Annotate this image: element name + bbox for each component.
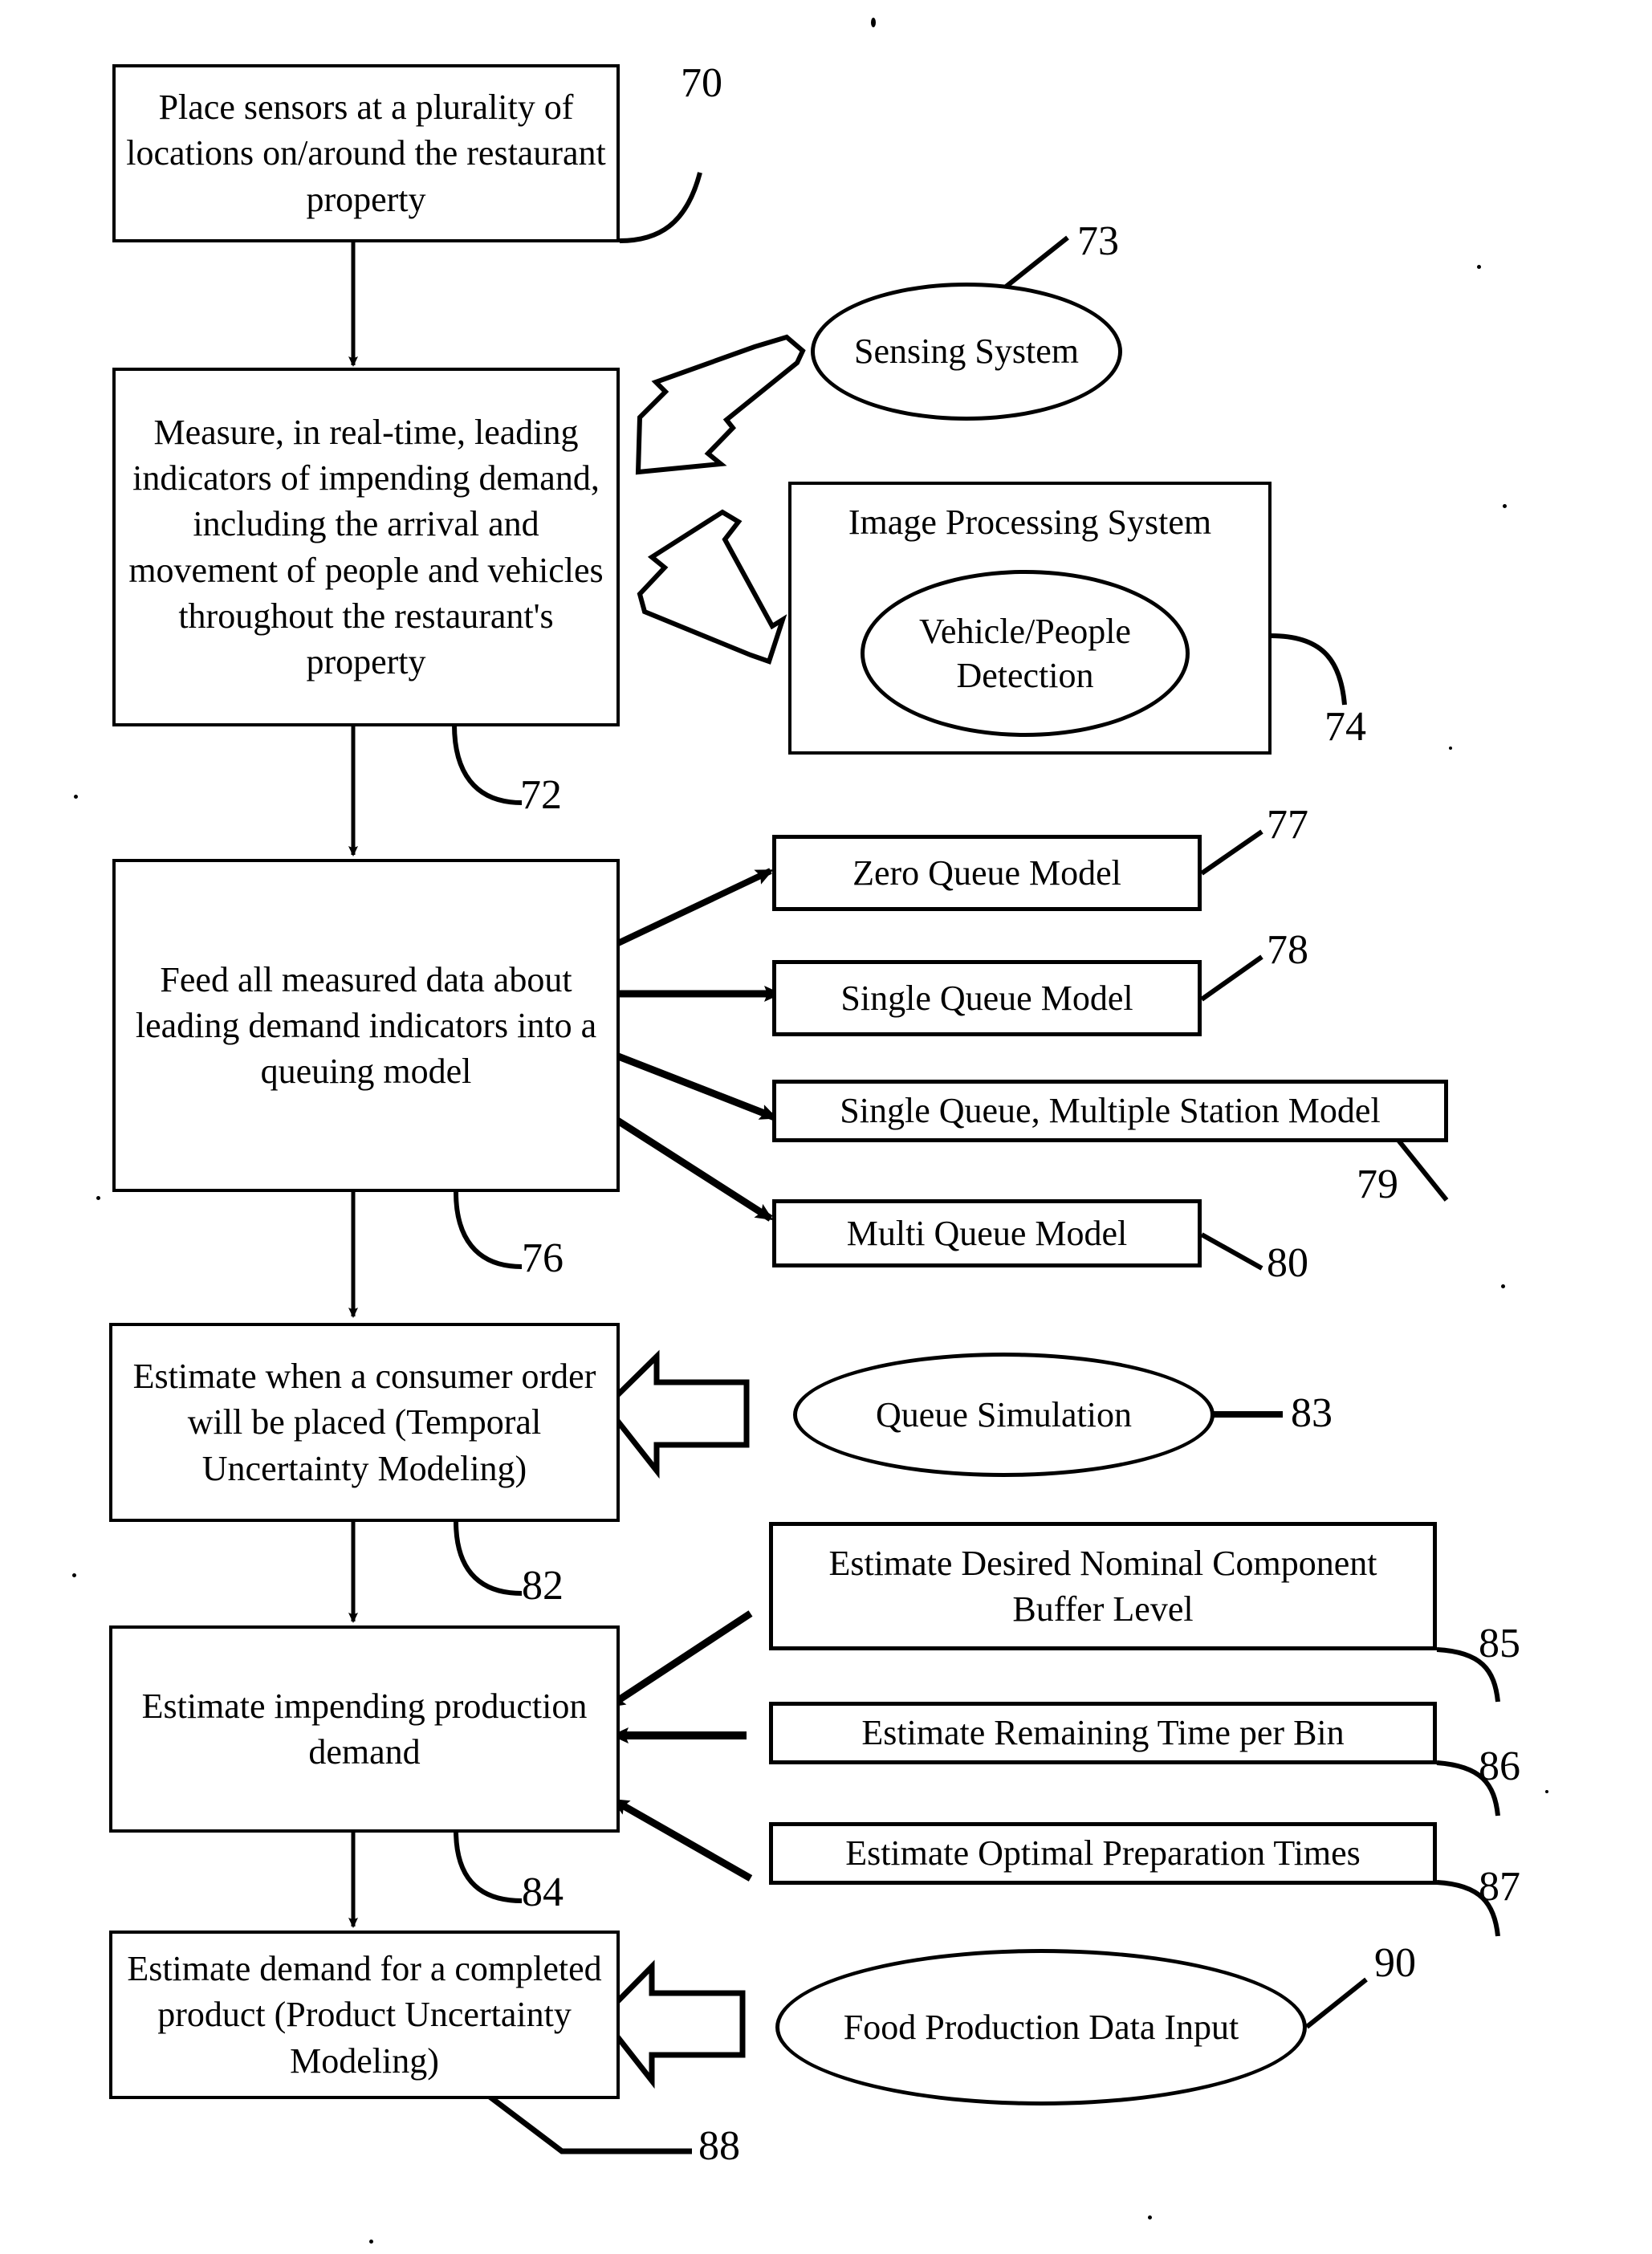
input-box-optimal-preparation-times-label: Estimate Optimal Preparation Times — [845, 1833, 1361, 1874]
process-box-estimate-order-time[interactable]: Estimate when a consumer order will be p… — [109, 1323, 620, 1522]
scan-speck — [871, 18, 876, 27]
queue-model-box-single-queue-label: Single Queue Model — [840, 978, 1133, 1018]
ref-numeral-88: 88 — [698, 2123, 740, 2169]
process-box-place-sensors-label: Place sensors at a plurality of location… — [126, 87, 606, 219]
queue-model-box-multi-queue[interactable]: Multi Queue Model — [772, 1199, 1202, 1267]
process-box-estimate-completed-product-label: Estimate demand for a completed product … — [127, 1949, 602, 2081]
ref-numeral-72: 72 — [520, 772, 562, 818]
scan-speck — [96, 1196, 100, 1200]
ellipse-sensing-system-label: Sensing System — [854, 332, 1079, 372]
input-box-remaining-time-per-bin[interactable]: Estimate Remaining Time per Bin — [769, 1702, 1437, 1764]
scan-speck — [1501, 1284, 1505, 1288]
ref-numeral-70: 70 — [681, 60, 722, 106]
queue-model-box-multi-queue-label: Multi Queue Model — [846, 1213, 1128, 1253]
ellipse-sensing-system[interactable]: Sensing System — [811, 283, 1122, 421]
figure-canvas: Place sensors at a plurality of location… — [0, 0, 1652, 2254]
ref-numeral-82: 82 — [522, 1563, 564, 1609]
ellipse-queue-simulation[interactable]: Queue Simulation — [793, 1353, 1215, 1477]
process-box-measure-indicators[interactable]: Measure, in real-time, leading indicator… — [112, 368, 620, 726]
process-box-feed-data-label: Feed all measured data about leading dem… — [135, 959, 597, 1092]
ref-numeral-74: 74 — [1324, 704, 1366, 750]
queue-model-box-zero-queue-label: Zero Queue Model — [852, 852, 1121, 893]
process-box-estimate-production-demand[interactable]: Estimate impending production demand — [109, 1625, 620, 1833]
input-box-nominal-buffer-level-label: Estimate Desired Nominal Component Buffe… — [828, 1543, 1377, 1629]
ref-numeral-90: 90 — [1374, 1940, 1416, 1986]
ref-numeral-84: 84 — [522, 1870, 564, 1915]
ref-numeral-78: 78 — [1267, 927, 1308, 973]
input-box-remaining-time-per-bin-label: Estimate Remaining Time per Bin — [861, 1713, 1345, 1753]
queue-model-box-single-queue[interactable]: Single Queue Model — [772, 960, 1202, 1036]
ellipse-food-production-data-input[interactable]: Food Production Data Input — [775, 1949, 1307, 2105]
ellipse-vehicle-people-detection-label: Vehicle/People Detection — [919, 611, 1131, 695]
system-box-image-processing-title: Image Processing System — [848, 502, 1212, 542]
ref-numeral-83: 83 — [1291, 1390, 1333, 1436]
scan-speck — [1503, 504, 1507, 508]
process-box-measure-indicators-label: Measure, in real-time, leading indicator… — [128, 412, 604, 681]
queue-model-box-single-queue-multi-station[interactable]: Single Queue, Multiple Station Model — [772, 1080, 1448, 1142]
process-box-feed-data[interactable]: Feed all measured data about leading dem… — [112, 859, 620, 1192]
ref-numeral-77: 77 — [1267, 802, 1308, 848]
scan-speck — [1449, 747, 1452, 750]
scan-speck — [74, 795, 78, 799]
ref-numeral-86: 86 — [1479, 1743, 1520, 1789]
process-box-estimate-order-time-label: Estimate when a consumer order will be p… — [132, 1357, 596, 1488]
queue-model-box-zero-queue[interactable]: Zero Queue Model — [772, 835, 1202, 911]
input-box-nominal-buffer-level[interactable]: Estimate Desired Nominal Component Buffe… — [769, 1522, 1437, 1650]
input-box-optimal-preparation-times[interactable]: Estimate Optimal Preparation Times — [769, 1822, 1437, 1885]
ref-numeral-87: 87 — [1479, 1864, 1520, 1910]
ellipse-food-production-data-input-label: Food Production Data Input — [843, 2007, 1239, 2047]
process-box-place-sensors[interactable]: Place sensors at a plurality of location… — [112, 64, 620, 242]
ellipse-vehicle-people-detection[interactable]: Vehicle/People Detection — [861, 570, 1190, 737]
scan-speck — [369, 2240, 373, 2244]
ref-numeral-73: 73 — [1077, 218, 1119, 264]
ellipse-queue-simulation-label: Queue Simulation — [876, 1394, 1132, 1434]
ref-numeral-80: 80 — [1267, 1240, 1308, 1286]
scan-speck — [1148, 2215, 1152, 2219]
ref-numeral-79: 79 — [1357, 1162, 1398, 1207]
process-box-estimate-completed-product[interactable]: Estimate demand for a completed product … — [109, 1931, 620, 2099]
scan-speck — [72, 1573, 76, 1577]
ref-numeral-76: 76 — [522, 1235, 564, 1281]
ref-numeral-85: 85 — [1479, 1621, 1520, 1666]
queue-model-box-single-queue-multi-station-label: Single Queue, Multiple Station Model — [840, 1091, 1381, 1131]
scan-speck — [1477, 265, 1481, 269]
process-box-estimate-production-demand-label: Estimate impending production demand — [141, 1686, 588, 1772]
scan-speck — [1545, 1790, 1548, 1793]
